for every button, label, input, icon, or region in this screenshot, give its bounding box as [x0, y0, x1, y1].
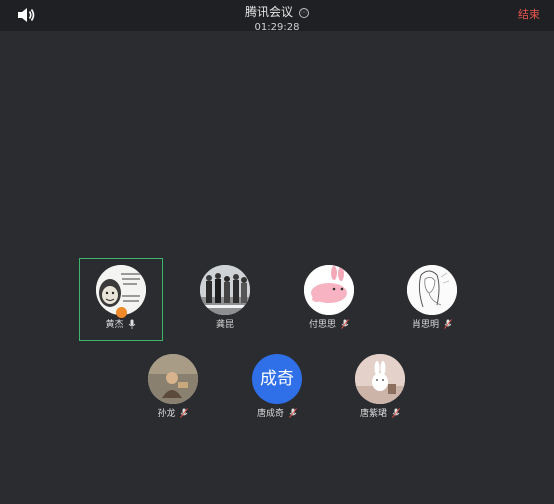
participant-name: 孙龙: [157, 409, 176, 419]
photo-avatar: [148, 354, 198, 404]
mic-muted-icon: [392, 408, 400, 418]
bunny-avatar: [355, 354, 405, 404]
top-bar: 腾讯会议 ⓘ 01:29:28 结束: [0, 0, 554, 33]
mic-muted-icon: [444, 319, 452, 329]
participant-name: 唐紫珺: [360, 409, 388, 419]
end-meeting-button[interactable]: 结束: [518, 8, 540, 22]
speaker-icon[interactable]: [16, 6, 36, 24]
host-badge-icon: [116, 307, 127, 318]
participant-name: 黄杰: [105, 320, 124, 330]
mic-on-icon: [129, 319, 136, 329]
participant-name: 肖思明: [412, 320, 440, 330]
participant-name: 唐成奇: [257, 409, 285, 419]
mic-muted-icon: [341, 319, 349, 329]
participant-name: 龚昆: [215, 320, 234, 330]
avatar-initials: 成奇: [260, 369, 294, 389]
sketch-girl-avatar: [407, 265, 457, 315]
text-avatar: 成奇: [252, 354, 302, 404]
pink-rabbit-avatar: [304, 265, 354, 315]
meeting-timer: 01:29:28: [254, 22, 300, 33]
participant-name: 付思思: [309, 320, 337, 330]
crowd-photo-avatar: [200, 265, 250, 315]
meeting-title: 腾讯会议: [244, 5, 293, 19]
info-icon[interactable]: ⓘ: [299, 8, 309, 18]
mic-muted-icon: [180, 408, 189, 418]
mic-muted-icon: [289, 408, 297, 418]
